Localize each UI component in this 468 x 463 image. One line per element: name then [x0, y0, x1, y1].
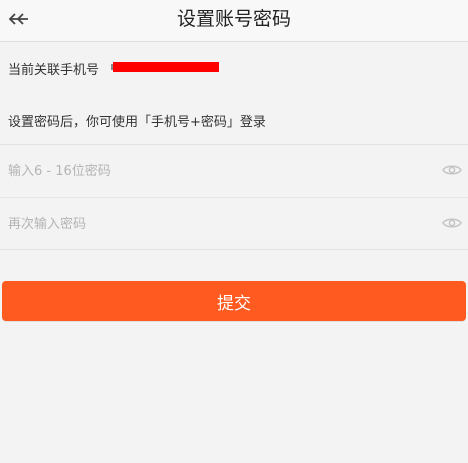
- confirm-password-field-row: [0, 197, 468, 249]
- eye-icon[interactable]: [442, 215, 462, 231]
- header-bar: 设置账号密码: [0, 0, 468, 42]
- eye-icon[interactable]: [442, 162, 462, 178]
- submit-button[interactable]: 提交: [2, 281, 466, 321]
- password-input[interactable]: [8, 158, 428, 184]
- password-hint: 设置密码后，你可使用「手机号+密码」登录: [8, 115, 266, 130]
- confirm-password-input[interactable]: [8, 211, 428, 237]
- phone-number-redacted: [113, 62, 219, 72]
- phone-row: 当前关联手机号: [0, 50, 468, 86]
- phone-label: 当前关联手机号: [8, 63, 100, 78]
- password-form: [0, 144, 468, 250]
- page-title: 设置账号密码: [176, 8, 291, 30]
- password-field-row: [0, 145, 468, 197]
